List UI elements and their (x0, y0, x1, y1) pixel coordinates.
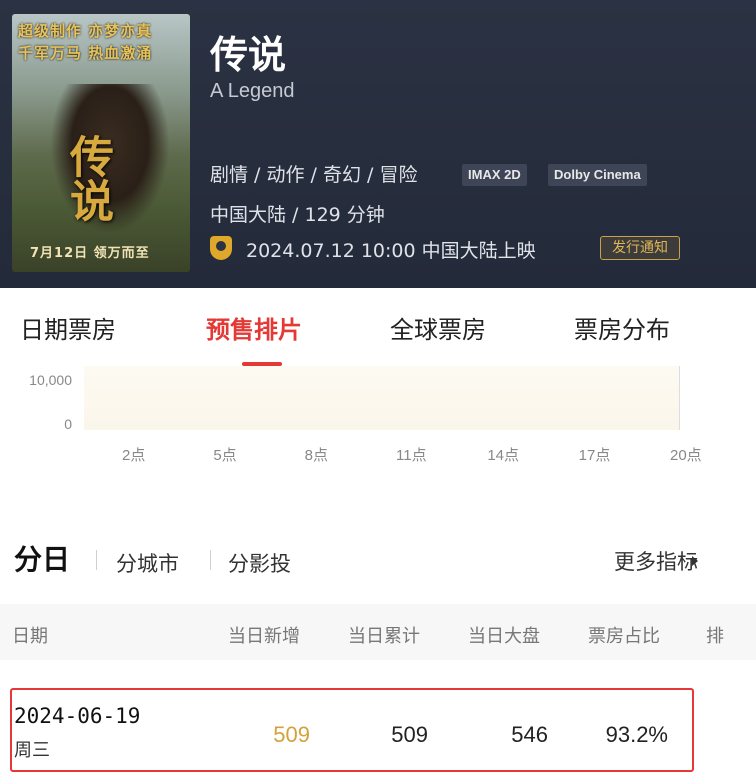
row-date: 2024-06-19 (14, 704, 141, 728)
movie-region-duration: 中国大陆 / 129 分钟 (210, 204, 385, 226)
x-tick-label: 2点 (122, 447, 146, 464)
header-daily-total[interactable]: 当日累计 (348, 622, 420, 648)
header-date: 日期 (12, 626, 48, 647)
subtab-divider (210, 550, 211, 570)
subtab-by-city[interactable]: 分城市 (116, 548, 179, 578)
x-tick-label: 8点 (304, 447, 328, 464)
more-arrow-icon (692, 556, 698, 566)
poster-tagline-1: 超级制作 亦梦亦真 (18, 22, 153, 40)
poster-tagline-2: 千军万马 热血激涌 (18, 44, 153, 62)
subtab-divider (96, 550, 97, 570)
format-badge-dolby: Dolby Cinema (548, 164, 647, 186)
y-tick-label: 10,000 (29, 372, 72, 388)
detail-subtabs: 分日 分城市 分影投 更多指标 (0, 538, 756, 584)
header-share[interactable]: 票房占比 (588, 622, 660, 648)
y-tick-label: 0 (64, 416, 72, 432)
row-share: 93.2% (605, 722, 668, 747)
format-badge-imax: IMAX 2D (462, 164, 527, 186)
more-metrics-link[interactable]: 更多指标 (614, 546, 698, 576)
x-tick-label: 5点 (213, 447, 237, 464)
table-row[interactable]: 2024-06-19 周三 509 509 546 93.2% (10, 688, 694, 772)
header-market[interactable]: 当日大盘 (468, 622, 540, 648)
poster-title: 传说 (62, 134, 113, 222)
release-shield-icon (210, 236, 232, 260)
tab-presale-schedule[interactable]: 预售排片 (206, 310, 302, 345)
table-header: 日期 当日新增 当日累计 当日大盘 票房占比 排 (0, 604, 756, 660)
movie-genres: 剧情 / 动作 / 奇幻 / 冒险 (210, 164, 418, 186)
header-daily-new[interactable]: 当日新增 (228, 622, 300, 648)
header-rank[interactable]: 排 (706, 622, 724, 648)
tab-global-box-office[interactable]: 全球票房 (390, 310, 486, 345)
tab-box-office-distribution[interactable]: 票房分布 (574, 310, 670, 345)
poster-date: 7月12日 领万而至 (30, 246, 150, 261)
movie-title: 传说 (210, 33, 287, 77)
tab-daily-box-office[interactable]: 日期票房 (20, 310, 116, 345)
x-tick-label: 17点 (578, 447, 611, 464)
movie-poster[interactable]: 超级制作 亦梦亦真 千军万马 热血激涌 传说 7月12日 领万而至 (12, 14, 190, 272)
row-weekday: 周三 (14, 740, 50, 761)
release-notice-button[interactable]: 发行通知 (600, 236, 680, 260)
row-daily-new: 509 (273, 722, 310, 747)
subtab-by-day[interactable]: 分日 (14, 538, 70, 578)
chart-plot-area (84, 366, 680, 430)
movie-header: 超级制作 亦梦亦真 千军万马 热血激涌 传说 7月12日 领万而至 传说 A L… (0, 0, 756, 288)
presale-chart: 10,000 0 2点 5点 8点 11点 14点 17点 20点 (0, 360, 756, 470)
x-tick-label: 11点 (396, 447, 427, 464)
release-info: 2024.07.12 10:00 中国大陆上映 (246, 240, 536, 262)
row-daily-total: 509 (391, 722, 428, 747)
x-tick-label: 20点 (670, 447, 702, 464)
row-market: 546 (511, 722, 548, 747)
subtab-by-investor[interactable]: 分影投 (228, 548, 291, 578)
movie-english-title: A Legend (210, 80, 295, 102)
x-tick-label: 14点 (487, 447, 520, 464)
